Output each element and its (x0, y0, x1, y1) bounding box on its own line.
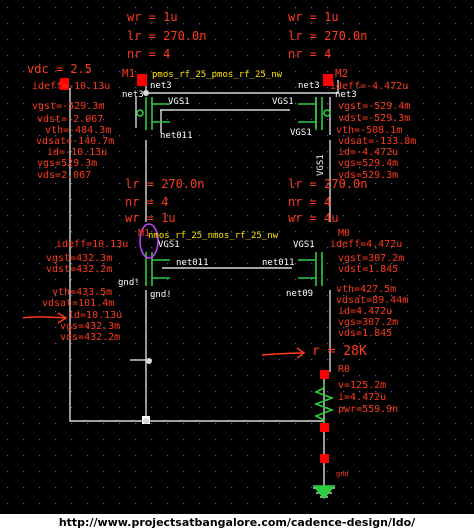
pin (320, 370, 329, 379)
m0-op-7: vds=1.845 (338, 328, 392, 339)
m1n-op-0: ideff=10.13u (56, 239, 128, 250)
m0-op-1: vgst=307.2m (338, 253, 404, 264)
m1n-op-7: vds=432.2m (60, 332, 120, 343)
m1-op-7: vds=2.067 (37, 170, 91, 181)
r0-r: r = 28K (312, 344, 367, 359)
m2-op-3: vth=-508.1m (336, 125, 402, 136)
m1n-op-2: vdst=432.2m (46, 264, 112, 275)
net-label: net011 (176, 258, 209, 268)
m1-op-3: vth=-484.3m (45, 125, 111, 136)
net-label: VGS1 (290, 128, 312, 138)
m1n-op-4: vdsat=101.4m (42, 298, 114, 309)
m0-op-6: vgs=307.2m (338, 317, 398, 328)
net-label: net3 (335, 90, 357, 100)
net-label: net3 (298, 81, 320, 91)
m2-name: M2 (335, 67, 348, 80)
m1n-op-6: vgs=432.3m (60, 321, 120, 332)
junction-dot (143, 418, 149, 424)
m1-op-6: vgs=529.3m (37, 158, 97, 169)
r0-op-1: i=4.472u (338, 392, 386, 403)
pin (320, 454, 329, 463)
r0-op-0: v=125.2m (338, 380, 386, 391)
m1n-op-3: vth=433.5m (52, 287, 112, 298)
m1-name: M1 (122, 67, 135, 80)
m0-op-5: id=4.472u (338, 306, 392, 317)
junction-dot (146, 358, 152, 364)
m0-nr: nr = 4 (288, 195, 331, 209)
m2-op-1: vgst=-529.4m (338, 101, 410, 112)
net-label: net011 (160, 131, 193, 141)
m1n-op-5: id=10.13u (68, 310, 122, 321)
net-label: net011 (262, 258, 295, 268)
m1-op-5: id=-10.13u (47, 147, 107, 158)
m2-lr: lr = 270.0n (288, 29, 367, 43)
m1n-lr: lr = 270.0n (125, 177, 204, 191)
junction-dot (143, 90, 149, 96)
m1-vdc: vdc = 2.5 (27, 62, 92, 76)
m0-wr: wr = 4u (288, 211, 339, 225)
m2-op-2: vdst=-529.3m (338, 113, 410, 124)
m2-wr: wr = 1u (288, 10, 339, 24)
m0-op-0: ideff=4.472u (330, 239, 402, 250)
source-url[interactable]: http://www.projectsatbangalore.com/caden… (0, 514, 474, 531)
m1n-op-1: vgst=432.3m (46, 253, 112, 264)
net-label: gnd! (150, 290, 172, 300)
pmos-model: pmos_rf_25_pmos_rf_25_nw (152, 70, 283, 80)
m0-name: M0 (338, 228, 350, 239)
m0-op-4: vdsat=89.44m (336, 295, 408, 306)
net-label: net3 (150, 81, 172, 91)
m0-op-2: vdst=1.845 (338, 264, 398, 275)
m1n-nr: nr = 4 (125, 195, 168, 209)
m1-op-4: vdsat=-140.7m (36, 136, 114, 147)
r0-op-2: pwr=559.9n (338, 404, 398, 415)
net-label: net09 (286, 289, 313, 299)
m2-op-4: vdsat=-133.8m (338, 136, 416, 147)
m1n-wr: wr = 1u (125, 211, 176, 225)
m2-op-5: id=-4.472u (338, 147, 398, 158)
net-label: VGS1 (168, 97, 190, 107)
net-label: gnd! (118, 278, 140, 288)
m1-nr: nr = 4 (127, 47, 170, 61)
m2-op-6: vgs=529.4m (338, 158, 398, 169)
m1-op-1: vgst=-529.3m (32, 101, 104, 112)
m1-op-2: vdst=-2.067 (37, 114, 103, 125)
net-label: net3 (122, 90, 144, 100)
m0-lr: lr = 270.0n (288, 177, 367, 191)
net-label: VGS1 (158, 240, 180, 250)
m1-op-0: ideff=-10.13u (32, 81, 110, 92)
m2-nr: nr = 4 (288, 47, 331, 61)
net-label: VGS1 (272, 97, 294, 107)
pin (137, 74, 147, 86)
schematic-canvas[interactable]: wr = 1u lr = 270.0n nr = 4 vdc = 2.5 M1 … (0, 0, 474, 514)
net-label: VGS1 (293, 240, 315, 250)
net-label: VGS1 (316, 154, 326, 176)
m1-wr: wr = 1u (127, 10, 178, 24)
r0-name: R0 (338, 364, 350, 375)
pin (320, 423, 329, 432)
m0-op-3: vth=427.5m (336, 284, 396, 295)
net-label: gnd (336, 470, 349, 478)
m1-lr: lr = 270.0n (127, 29, 206, 43)
